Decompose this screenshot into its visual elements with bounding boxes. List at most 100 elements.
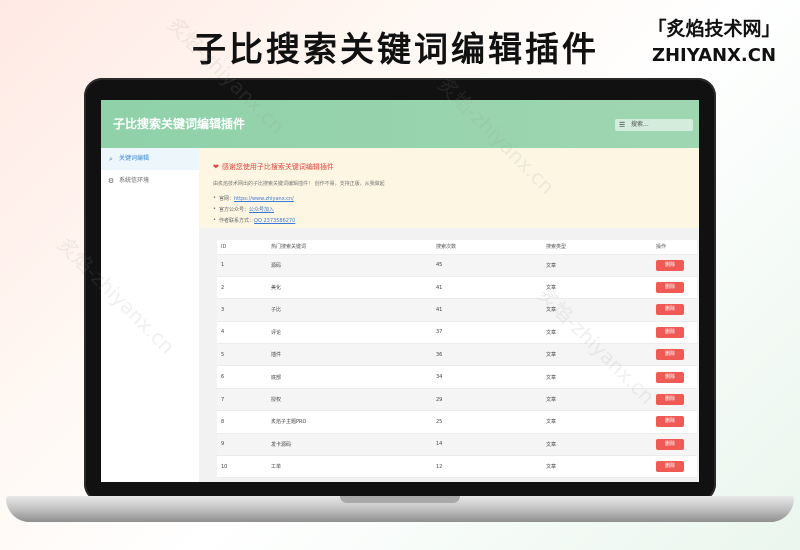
menu-icon: ☰ — [619, 121, 626, 129]
cell-id: 7 — [217, 388, 267, 412]
wechat-item: 官方公众号：公众号加入 — [213, 206, 685, 213]
delete-button[interactable]: 删除 — [656, 304, 684, 316]
wechat-label: 官方公众号： — [219, 207, 250, 213]
contact-label: 作者联系方式： — [219, 218, 255, 224]
delete-button[interactable]: 删除 — [656, 326, 684, 338]
cell-count: 34 — [432, 365, 542, 389]
app-title: 子比搜索关键词编辑插件 — [113, 117, 246, 131]
cell-type: 文章 — [542, 298, 652, 322]
notice-panel: ❤ 感谢您使用子比搜索关键词编辑插件 由炙焰技术网出的子比搜索关键词编辑插件！ 创… — [199, 148, 699, 228]
cell-id: 3 — [217, 298, 267, 322]
homepage-link[interactable]: https://www.zhiyanx.cn/ — [234, 196, 294, 202]
main-content: ❤ 感谢您使用子比搜索关键词编辑插件 由炙焰技术网出的子比搜索关键词编辑插件！ 创… — [199, 148, 699, 482]
cell-action: 删除 — [652, 433, 697, 457]
laptop-notch — [340, 496, 460, 503]
notice-description: 由炙焰技术网出的子比搜索关键词编辑插件！ 创作不易，支持正版，从我做起 — [213, 181, 385, 187]
search-placeholder: 搜索... — [631, 121, 649, 128]
table-row: 1 源码 45 文章 删除 — [217, 254, 697, 277]
delete-button[interactable]: 删除 — [656, 461, 684, 473]
delete-button[interactable]: 删除 — [656, 259, 684, 271]
cell-action: 删除 — [652, 388, 697, 412]
sidebar: ⌕ 关键词编辑 ⚙ 系统信环境 — [101, 148, 199, 482]
cell-keyword: 源码 — [267, 254, 432, 277]
sidebar-item-keywords[interactable]: ⌕ 关键词编辑 — [101, 148, 199, 170]
cell-id: 1 — [217, 254, 267, 277]
cell-action: 删除 — [652, 455, 697, 479]
delete-button[interactable]: 删除 — [656, 438, 684, 450]
keyword-table: ID 热门搜索关键词 搜索次数 搜索类型 操作 1 源码 45 文章 删除 2 美化 41 文章… — [217, 240, 697, 479]
homepage-label: 官网： — [219, 196, 235, 202]
delete-button[interactable]: 删除 — [656, 416, 684, 428]
cell-keyword: 子比 — [267, 298, 432, 322]
cell-action: 删除 — [652, 298, 697, 322]
cell-count: 41 — [432, 276, 542, 300]
cell-action: 删除 — [652, 410, 697, 434]
cell-id: 6 — [217, 365, 267, 389]
cell-type: 文章 — [542, 410, 652, 434]
banner-title: 子比搜索关键词编辑插件 — [192, 30, 599, 70]
cell-keyword: 评论 — [267, 321, 432, 345]
cell-keyword: 授权 — [267, 388, 432, 412]
table-row: 2 美化 41 文章 删除 — [217, 276, 697, 300]
cell-count: 41 — [432, 298, 542, 322]
cell-action: 删除 — [652, 276, 697, 300]
delete-button[interactable]: 删除 — [656, 282, 684, 294]
brand-name-cn: 「炙焰技术网」 — [647, 18, 781, 40]
contact-link[interactable]: QQ 2373586270 — [254, 218, 295, 224]
cell-action: 删除 — [652, 365, 697, 389]
cell-type: 文章 — [542, 365, 652, 389]
cell-keyword: 插件 — [267, 343, 432, 367]
app-screen: 子比搜索关键词编辑插件 ☰ 搜索... ⌕ 关键词编辑 ⚙ 系统信环境 ❤ 感谢您… — [101, 100, 699, 482]
cell-id: 9 — [217, 433, 267, 457]
search-icon: ⌕ — [109, 155, 113, 163]
heart-icon: ❤ — [213, 163, 219, 171]
notice-title: ❤ 感谢您使用子比搜索关键词编辑插件 — [213, 162, 685, 172]
cell-count: 25 — [432, 410, 542, 434]
table-row: 7 授权 29 文章 删除 — [217, 388, 697, 412]
notice-title-text: 感谢您使用子比搜索关键词编辑插件 — [221, 163, 334, 171]
sidebar-item-system[interactable]: ⚙ 系统信环境 — [101, 170, 199, 192]
header-count: 搜索次数 — [432, 240, 542, 255]
search-input[interactable]: ☰ 搜索... — [615, 119, 693, 131]
cell-keyword: 发卡源码 — [267, 433, 432, 457]
cell-action: 删除 — [652, 321, 697, 345]
table-row: 10 工单 12 文章 删除 — [217, 455, 697, 479]
cell-count: 45 — [432, 254, 542, 277]
brand-logo: 「炙焰技术网」 ZHIYANX.CN — [644, 14, 784, 66]
cell-id: 10 — [217, 455, 267, 479]
settings-icon: ⚙ — [107, 177, 115, 185]
contact-item: 作者联系方式：QQ 2373586270 — [213, 217, 685, 224]
delete-button[interactable]: 删除 — [656, 371, 684, 383]
cell-keyword: 底部 — [267, 365, 432, 389]
cell-type: 文章 — [542, 455, 652, 479]
cell-action: 删除 — [652, 254, 697, 277]
app-header: 子比搜索关键词编辑插件 ☰ 搜索... — [101, 100, 699, 148]
header-id: ID — [217, 240, 267, 255]
cell-count: 37 — [432, 321, 542, 345]
cell-type: 文章 — [542, 276, 652, 300]
cell-keyword: 美化 — [267, 276, 432, 300]
cell-type: 文章 — [542, 254, 652, 277]
header-keyword: 热门搜索关键词 — [267, 240, 432, 255]
table-row: 5 插件 36 文章 删除 — [217, 343, 697, 367]
table-header-row: ID 热门搜索关键词 搜索次数 搜索类型 操作 — [217, 240, 697, 255]
cell-count: 14 — [432, 433, 542, 457]
cell-type: 文章 — [542, 321, 652, 345]
sidebar-item-label: 系统信环境 — [119, 177, 150, 184]
delete-button[interactable]: 删除 — [656, 394, 684, 406]
table-row: 6 底部 34 文章 删除 — [217, 365, 697, 389]
brand-name-en: ZHIYANX.CN — [651, 45, 777, 66]
sidebar-item-label: 关键词编辑 — [119, 155, 150, 162]
delete-button[interactable]: 删除 — [656, 349, 684, 361]
cell-id: 2 — [217, 276, 267, 300]
cell-type: 文章 — [542, 343, 652, 367]
table-row: 4 评论 37 文章 删除 — [217, 321, 697, 345]
header-action: 操作 — [652, 240, 697, 255]
table-row: 8 炙焰子主题PRO 25 文章 删除 — [217, 410, 697, 434]
wechat-link[interactable]: 公众号加入 — [249, 207, 274, 213]
cell-keyword: 炙焰子主题PRO — [267, 410, 432, 434]
cell-type: 文章 — [542, 388, 652, 412]
cell-id: 5 — [217, 343, 267, 367]
cell-action: 删除 — [652, 343, 697, 367]
table-row: 9 发卡源码 14 文章 删除 — [217, 433, 697, 457]
